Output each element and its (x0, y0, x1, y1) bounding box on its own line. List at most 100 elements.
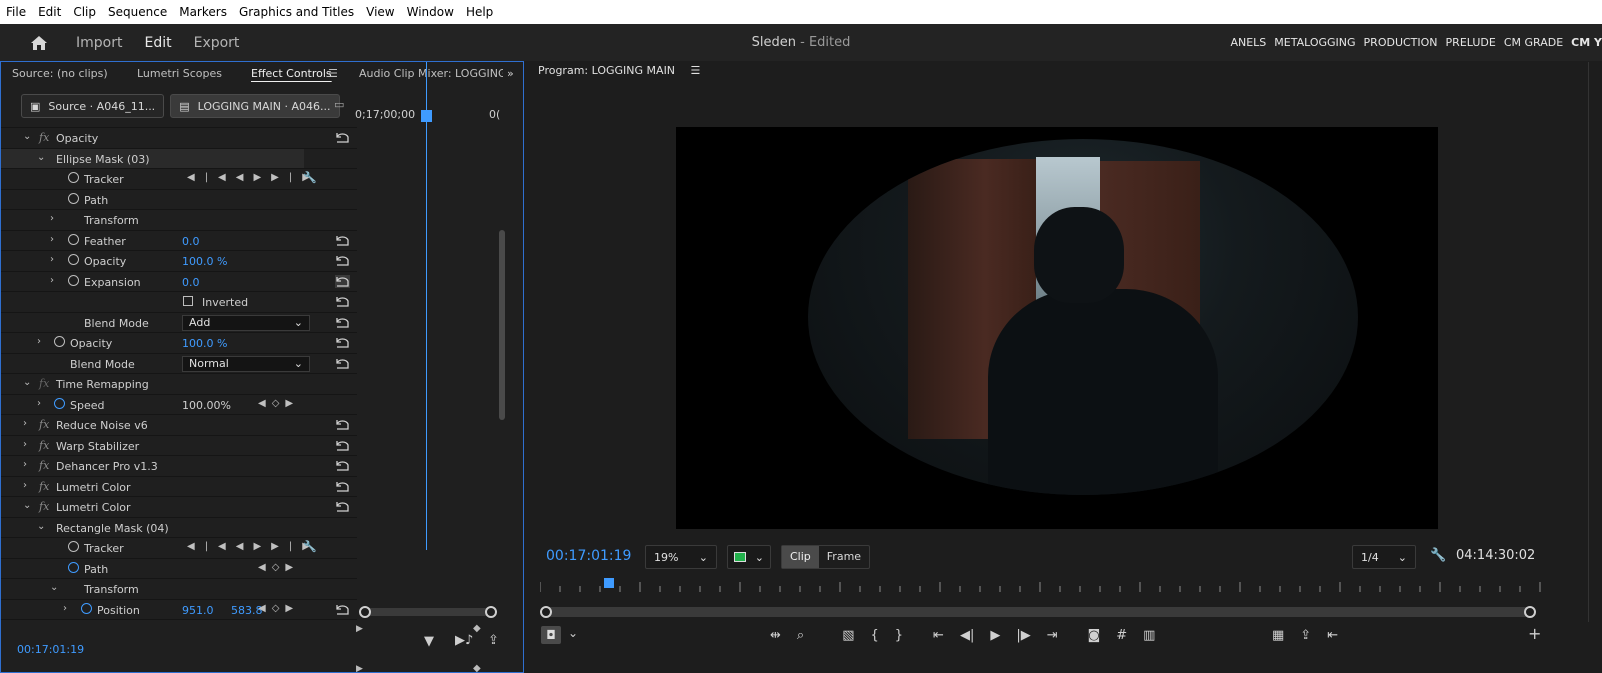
chevron-right-icon[interactable]: › (50, 275, 54, 286)
chevron-down-icon[interactable]: ⌄ (23, 131, 31, 142)
chevron-down-icon[interactable]: ⌄ (23, 377, 31, 388)
fx-icon[interactable]: fx (39, 500, 49, 513)
reset-icon[interactable] (335, 357, 350, 370)
chevron-right-icon[interactable]: › (23, 459, 27, 470)
chevron-down-icon[interactable]: ⌄ (37, 152, 45, 163)
properties-scrollbar[interactable] (499, 230, 505, 420)
stopwatch-icon[interactable] (54, 397, 65, 409)
stopwatch-icon[interactable] (54, 336, 65, 347)
tracker-controls[interactable]: ◀|◀◀▶▶|▶ (187, 172, 320, 183)
go-to-out-icon[interactable]: ⇥ (1047, 628, 1058, 643)
fx-icon[interactable]: fx (39, 131, 49, 144)
filter-icon[interactable]: ▼ (424, 634, 434, 649)
stopwatch-icon[interactable] (81, 602, 92, 614)
play-icon[interactable]: ▶ (990, 628, 1000, 643)
source-clip-button[interactable]: ▣ Source · A046_11... (21, 94, 165, 118)
tab-audio-clip-mixer[interactable]: Audio Clip Mixer: LOGGING M (359, 67, 503, 80)
reset-icon[interactable] (335, 274, 350, 288)
zoom-handle-right[interactable] (485, 606, 497, 618)
chevron-down-icon[interactable]: ⌄ (50, 582, 58, 593)
keyframe-marker-icon[interactable]: ▶ (356, 624, 363, 634)
fx-icon[interactable]: fx (39, 459, 49, 472)
button-editor-plus-icon[interactable]: + (1528, 624, 1541, 643)
zoom-handle-left[interactable] (359, 606, 371, 618)
playback-resolution-dropdown[interactable]: 1/4 ⌄ (1352, 545, 1416, 569)
sequence-clip-button[interactable]: ▤ LOGGING MAIN · A046... (170, 94, 340, 118)
reset-icon[interactable] (335, 459, 350, 472)
clip-toggle-button[interactable]: Clip (782, 546, 819, 568)
chevron-down-icon[interactable]: ⌄ (37, 521, 45, 532)
chevron-right-icon[interactable]: › (63, 603, 67, 614)
reset-icon[interactable] (335, 336, 350, 349)
mask-opacity-value[interactable]: 100.0 % (182, 255, 227, 268)
step-forward-icon[interactable]: |▶ (1016, 628, 1030, 643)
overflow-chevron-icon[interactable]: » (507, 67, 514, 80)
feather-value[interactable]: 0.0 (182, 235, 200, 248)
keyframe-nav-icon[interactable]: ◀◇▶ (258, 562, 299, 573)
tab-edit[interactable]: Edit (144, 35, 171, 51)
menu-help[interactable]: Help (466, 5, 493, 19)
effect-opacity[interactable]: ⌄ fx Opacity (1, 128, 357, 149)
effect-lumetri-color-1[interactable]: › fx Lumetri Color (1, 477, 357, 497)
menu-markers[interactable]: Markers (179, 5, 227, 19)
effect-warp-stabilizer[interactable]: › fx Warp Stabilizer (1, 436, 357, 456)
chevron-right-icon[interactable]: › (50, 254, 54, 265)
reset-icon[interactable] (335, 316, 350, 329)
zoom-handle-right[interactable] (1524, 606, 1536, 618)
menu-graphics-and-titles[interactable]: Graphics and Titles (239, 5, 354, 19)
lift-icon[interactable]: ▧ (842, 628, 854, 643)
fx-icon[interactable]: fx (39, 377, 49, 390)
stopwatch-icon[interactable] (68, 561, 79, 573)
menu-window[interactable]: Window (407, 5, 454, 19)
reset-icon[interactable] (335, 131, 350, 144)
tab-import[interactable]: Import (76, 35, 122, 51)
reverse-match-frame-icon[interactable]: ⌕ (797, 628, 804, 643)
blend-mode-dropdown[interactable]: Normal ⌄ (182, 355, 310, 372)
reset-icon[interactable] (335, 254, 350, 267)
go-to-in-icon[interactable]: ⇤ (933, 628, 944, 643)
stopwatch-icon[interactable] (68, 254, 79, 265)
program-zoom-scrollbar[interactable] (540, 606, 1536, 618)
program-time-ruler[interactable] (540, 578, 1550, 592)
mask-path[interactable]: Path (1, 190, 357, 210)
workspace-prelude[interactable]: PRELUDE (1446, 36, 1496, 49)
inverted-checkbox[interactable] (183, 296, 193, 306)
keyframe-marker-icon[interactable]: ◆ (473, 663, 481, 673)
program-video-frame[interactable] (676, 127, 1438, 529)
mask-ellipse[interactable]: ⌄ Ellipse Mask (03) (1, 148, 357, 169)
menu-edit[interactable]: Edit (38, 5, 61, 19)
effect-reduce-noise[interactable]: › fx Reduce Noise v6 (1, 415, 357, 436)
stopwatch-icon[interactable] (68, 172, 79, 183)
chevron-down-icon[interactable]: ⌄ (568, 626, 578, 640)
add-marker-icon[interactable]: ◘ (541, 626, 561, 644)
keyframe-marker-icon[interactable]: ▶ (356, 664, 363, 673)
workspace-panels[interactable]: ANELS (1230, 36, 1266, 49)
panel-menu-icon[interactable]: ☰ (328, 67, 338, 80)
comparison-view-icon[interactable]: ▥ (1143, 628, 1155, 643)
panel-menu-icon[interactable]: ☰ (691, 64, 701, 77)
chevron-right-icon[interactable]: › (37, 336, 41, 347)
mask-rectangle[interactable]: ⌄ Rectangle Mask (04) (1, 518, 357, 538)
program-current-timecode[interactable]: 00:17:01:19 (546, 548, 631, 564)
tab-source[interactable]: Source: (no clips) (12, 67, 108, 80)
wrench-settings-icon[interactable]: 🔧 (1430, 548, 1446, 563)
chevron-right-icon[interactable]: › (23, 480, 27, 491)
effect-lumetri-color-2[interactable]: ⌄ fx Lumetri Color (1, 497, 357, 518)
menu-clip[interactable]: Clip (73, 5, 96, 19)
mini-zoom-scrollbar[interactable] (359, 606, 497, 618)
fx-icon[interactable]: fx (39, 439, 49, 452)
export-frame-icon[interactable]: ⇪ (488, 633, 499, 648)
stopwatch-icon[interactable] (68, 192, 79, 204)
mask-transform[interactable]: › Transform (1, 210, 357, 231)
home-icon[interactable] (24, 28, 54, 58)
match-frame-icon[interactable]: ⇹ (770, 628, 781, 643)
effect-dehancer[interactable]: › fx Dehancer Pro v1.3 (1, 456, 357, 477)
blend-mode-dropdown[interactable]: Add ⌄ (182, 314, 310, 331)
zoom-level-dropdown[interactable]: 19% ⌄ (645, 545, 717, 569)
go-to-previous-edit-icon[interactable]: ⇤ (1327, 628, 1338, 643)
tracker-controls[interactable]: ◀|◀◀▶▶|▶ (187, 541, 320, 552)
reset-icon[interactable] (335, 418, 350, 431)
chevron-right-icon[interactable]: › (23, 418, 27, 429)
reset-icon[interactable] (335, 500, 350, 513)
rect-mask-transform[interactable]: ⌄ Transform (1, 579, 357, 600)
